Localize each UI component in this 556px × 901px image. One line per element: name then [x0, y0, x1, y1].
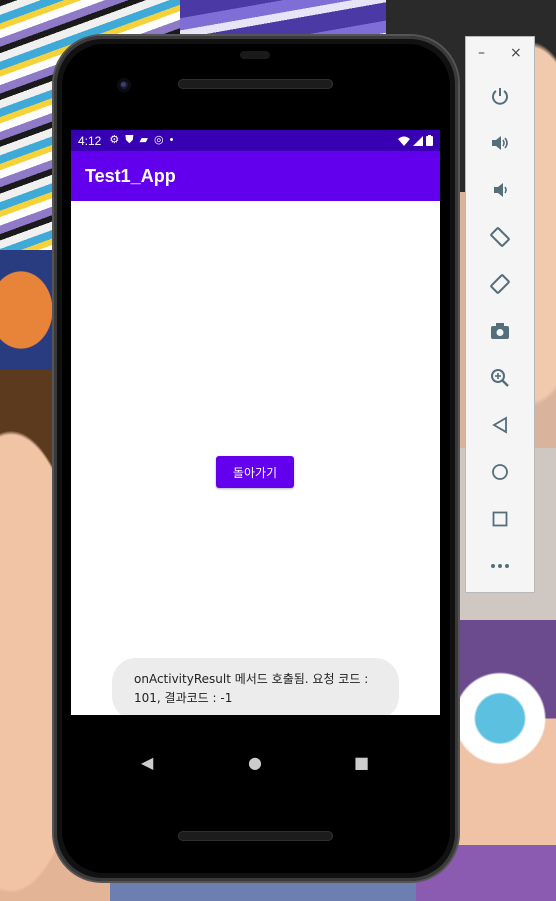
wifi-icon: [398, 136, 410, 146]
back-icon[interactable]: [466, 405, 534, 445]
rotate-left-icon[interactable]: [466, 217, 534, 257]
app-bar: Test1_App: [71, 151, 440, 201]
sd-card-icon: ▰: [139, 134, 148, 146]
emulator-toolbar: – ×: [465, 36, 535, 593]
minimize-button[interactable]: –: [478, 45, 485, 61]
volume-up-icon[interactable]: [466, 123, 534, 163]
navigation-bar: ◀ ● ■: [71, 715, 440, 813]
nav-back-icon[interactable]: ◀: [141, 755, 153, 771]
toast-text: onActivityResult 메서드 호출됨. 요청 코드 : 101, 결…: [134, 672, 369, 705]
nav-recents-icon[interactable]: ■: [354, 755, 369, 771]
data-saver-icon: ◎: [153, 134, 164, 146]
status-right-icons: [398, 135, 433, 146]
camera-icon[interactable]: [466, 311, 534, 351]
toolbar-header: – ×: [466, 37, 534, 73]
sensor-slot: [240, 51, 270, 59]
cell-signal-icon: [413, 135, 423, 146]
earpiece-speaker: [178, 79, 333, 89]
overview-icon[interactable]: [466, 499, 534, 539]
settings-icon: ⚙: [109, 134, 120, 146]
toast-message: onActivityResult 메서드 호출됨. 요청 코드 : 101, 결…: [112, 658, 399, 715]
main-content: 돌아가기 onActivityResult 메서드 호출됨. 요청 코드 : 1…: [71, 201, 440, 715]
home-icon[interactable]: [466, 452, 534, 492]
rotate-right-icon[interactable]: [466, 264, 534, 304]
device-screen: 4:12 ⚙ ⛊ ▰ ◎ • Test1_App 돌아가기 onActivity…: [71, 130, 440, 715]
dot-icon: •: [169, 134, 174, 146]
nav-home-icon[interactable]: ●: [248, 755, 262, 771]
shield-icon: ⛊: [125, 134, 134, 146]
more-icon[interactable]: [466, 546, 534, 586]
battery-icon: [426, 135, 433, 146]
front-camera-icon: [117, 78, 131, 92]
go-back-button[interactable]: 돌아가기: [216, 456, 294, 488]
bottom-speaker: [178, 831, 333, 841]
status-time: 4:12: [78, 133, 102, 148]
status-bar: 4:12 ⚙ ⛊ ▰ ◎ •: [71, 130, 440, 151]
power-icon[interactable]: [466, 76, 534, 116]
zoom-icon[interactable]: [466, 358, 534, 398]
volume-down-icon[interactable]: [466, 170, 534, 210]
close-button[interactable]: ×: [510, 45, 522, 61]
app-title: Test1_App: [85, 165, 176, 186]
